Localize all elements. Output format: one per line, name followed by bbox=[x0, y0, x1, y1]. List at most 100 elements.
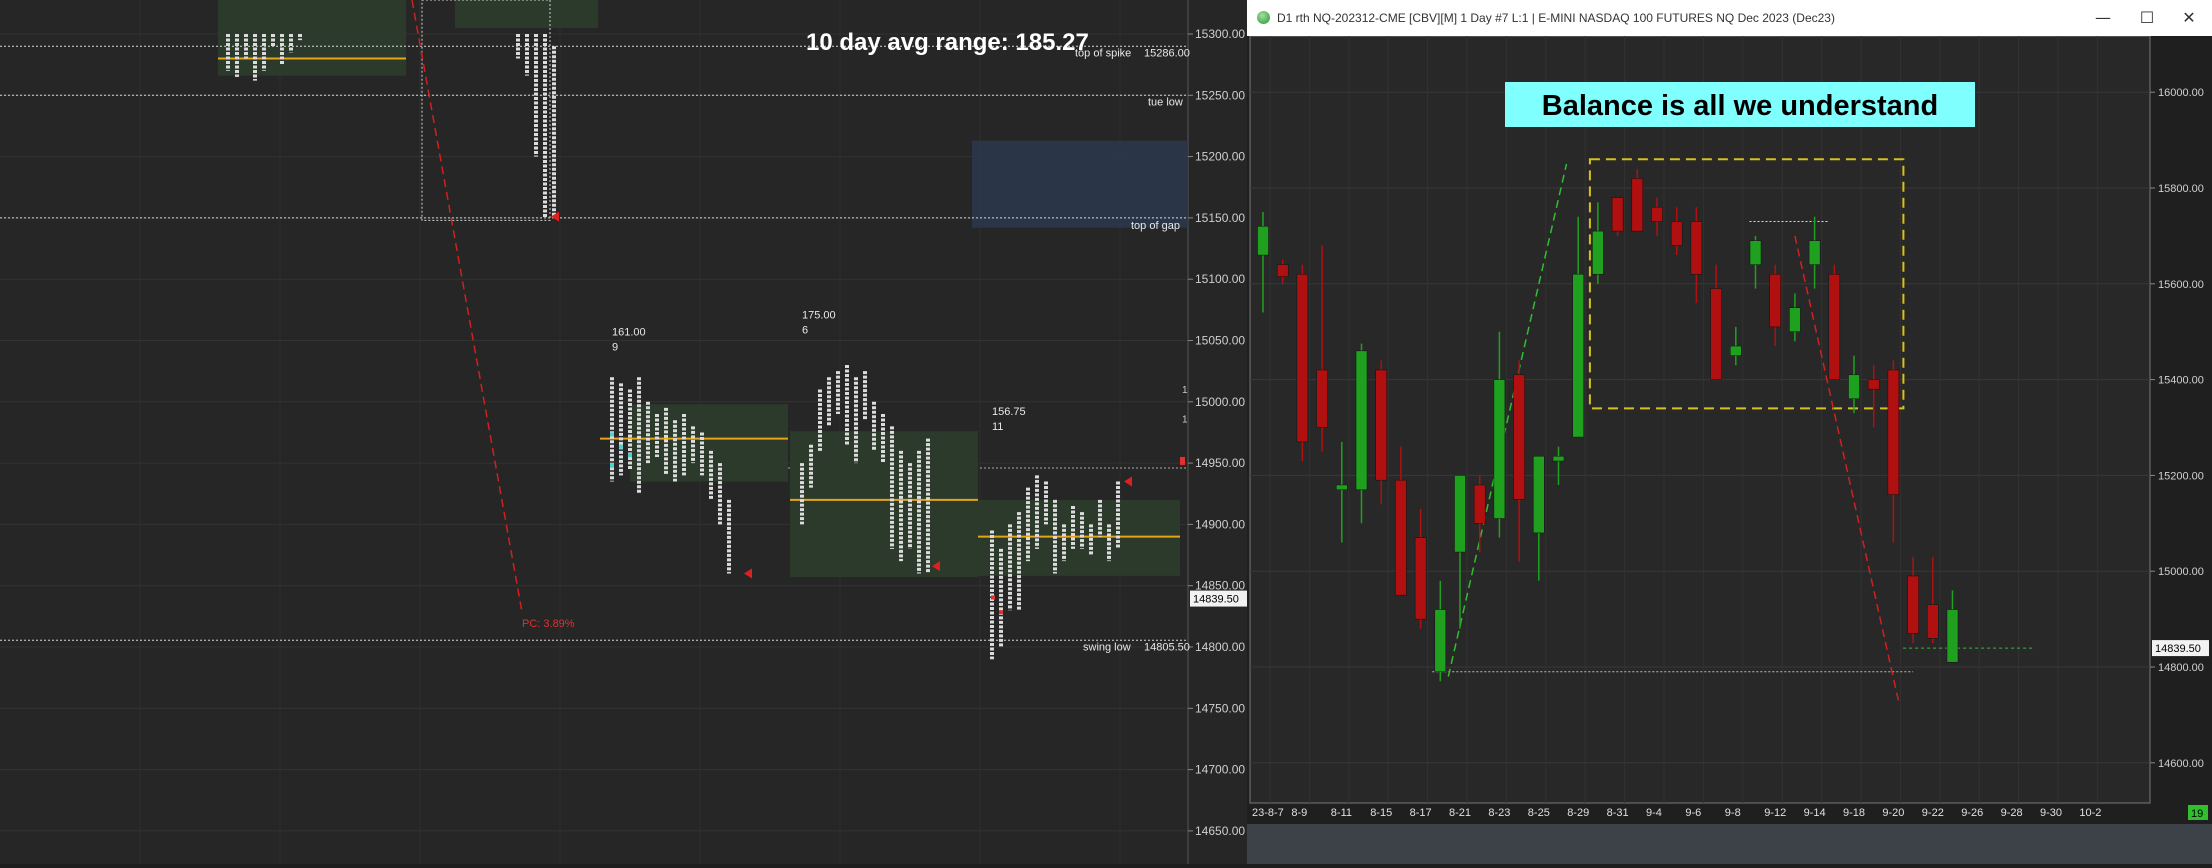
candlestick-chart[interactable]: 16000.00 15800.00 15600.00 15400.00 15200.00… bbox=[1247, 36, 2212, 824]
x-axis-label: 8-15 bbox=[1370, 807, 1392, 819]
candle-body[interactable] bbox=[1749, 240, 1762, 265]
x-axis-label: 9-20 bbox=[1882, 807, 1904, 819]
window-title: D1 rth NQ-202312-CME [CBV][M] 1 Day #7 L… bbox=[1277, 11, 1835, 25]
x-axis-label: 9-14 bbox=[1804, 807, 1826, 819]
tpo-chart-panel: 15300.00 15250.00 15200.00 15150.00 15100.00… bbox=[0, 0, 1247, 864]
x-axis-label: 9-26 bbox=[1961, 807, 1983, 819]
candle-body[interactable] bbox=[1651, 206, 1663, 222]
x-axis-label: 8-21 bbox=[1449, 807, 1471, 819]
candle-body[interactable] bbox=[1670, 221, 1683, 246]
close-button[interactable]: ✕ bbox=[2175, 6, 2203, 30]
price-axis-label: 15250.00 bbox=[1195, 88, 1245, 102]
profile-count-label: 9 bbox=[612, 342, 618, 354]
x-axis-label: 8-31 bbox=[1607, 807, 1629, 819]
profile-count-label: 6 bbox=[802, 324, 808, 336]
app-icon bbox=[1257, 11, 1270, 24]
value-area-top-mid bbox=[455, 0, 598, 28]
plot-background bbox=[0, 0, 1247, 864]
candle-body[interactable] bbox=[1611, 197, 1624, 232]
candle-body[interactable] bbox=[1848, 374, 1860, 400]
x-axis-label: 8-9 bbox=[1291, 807, 1307, 819]
x-axis-label: 9-22 bbox=[1922, 807, 1944, 819]
profile-range-label: 175.00 bbox=[802, 309, 836, 321]
headline: 10 day avg range: 185.27 bbox=[806, 29, 1089, 56]
candle-body[interactable] bbox=[1257, 226, 1269, 256]
candle-body[interactable] bbox=[1631, 178, 1644, 232]
label-swing-low: swing low bbox=[1083, 641, 1131, 653]
price-axis-label: 14650.00 bbox=[1195, 824, 1245, 838]
candle-body[interactable] bbox=[1946, 609, 1959, 663]
candle-body[interactable] bbox=[1927, 604, 1939, 639]
tpo-open-mark bbox=[619, 444, 623, 449]
tpo-open-mark bbox=[610, 463, 614, 468]
candle-body[interactable] bbox=[1414, 537, 1427, 620]
candle-body[interactable] bbox=[1513, 374, 1525, 500]
x-axis-label: 8-25 bbox=[1528, 807, 1550, 819]
minimize-button[interactable]: — bbox=[2089, 6, 2117, 30]
candle-body[interactable] bbox=[1828, 273, 1841, 380]
candle-body[interactable] bbox=[1395, 479, 1407, 596]
label-pc: PC: 3.89% bbox=[522, 618, 575, 630]
candle-body[interactable] bbox=[1355, 350, 1368, 491]
x-axis-label: 8-11 bbox=[1331, 807, 1352, 819]
candle-body[interactable] bbox=[1276, 264, 1289, 277]
y-axis-label: 15600.00 bbox=[2158, 279, 2204, 291]
x-axis-label: 9-28 bbox=[2001, 807, 2023, 819]
label-tue-low: tue low bbox=[1148, 96, 1183, 108]
x-axis-label: 9-30 bbox=[2040, 807, 2062, 819]
candle-body[interactable] bbox=[1533, 455, 1545, 534]
tpo-chart[interactable]: 15300.00 15250.00 15200.00 15150.00 15100.00… bbox=[0, 0, 1247, 864]
x-axis-label: 9-18 bbox=[1843, 807, 1865, 819]
candle-body[interactable] bbox=[1808, 240, 1821, 265]
profile-count-label: 11 bbox=[992, 421, 1003, 433]
candle-body[interactable] bbox=[1887, 369, 1900, 495]
candle-body[interactable] bbox=[1493, 379, 1506, 519]
edge-mark: 1 bbox=[1182, 415, 1188, 426]
candle-body[interactable] bbox=[1572, 273, 1584, 438]
candle-body[interactable] bbox=[1907, 575, 1919, 634]
price-axis-label: 15150.00 bbox=[1195, 211, 1245, 225]
tpo-mark bbox=[991, 595, 995, 600]
y-axis-label: 14600.00 bbox=[2158, 758, 2204, 770]
candle-body[interactable] bbox=[1296, 273, 1309, 443]
profile-range-label: 156.75 bbox=[992, 406, 1026, 418]
window-titlebar[interactable]: D1 rth NQ-202312-CME [CBV][M] 1 Day #7 L… bbox=[1247, 0, 2212, 37]
candle-body[interactable] bbox=[1552, 455, 1565, 462]
candle-body[interactable] bbox=[1434, 609, 1447, 673]
candle-body[interactable] bbox=[1769, 273, 1781, 328]
tpo-open-mark bbox=[628, 453, 632, 458]
candle-body[interactable] bbox=[1730, 345, 1742, 356]
x-axis-label: 9-12 bbox=[1764, 807, 1786, 819]
candle-body[interactable] bbox=[1710, 288, 1722, 380]
candle-body[interactable] bbox=[1375, 369, 1387, 481]
candle-body[interactable] bbox=[1473, 484, 1486, 524]
y-axis-label: 15200.00 bbox=[2158, 470, 2204, 482]
maximize-button[interactable]: ☐ bbox=[2133, 6, 2161, 30]
price-axis-label: 15100.00 bbox=[1195, 272, 1245, 286]
window-bottom-strip bbox=[1247, 824, 2212, 864]
candle-body[interactable] bbox=[1867, 379, 1880, 390]
x-axis-label: 8-17 bbox=[1410, 807, 1432, 819]
banner-text: Balance is all we understand bbox=[1542, 90, 1938, 122]
edge-price-mark bbox=[1180, 456, 1185, 465]
candle-body[interactable] bbox=[1690, 221, 1703, 275]
candle-body[interactable] bbox=[1592, 230, 1604, 275]
y-axis-label: 15800.00 bbox=[2158, 183, 2204, 195]
candle-body[interactable] bbox=[1316, 369, 1328, 428]
x-axis-label: 10-2 bbox=[2079, 807, 2101, 819]
price-axis-label: 14700.00 bbox=[1195, 763, 1245, 777]
candle-body[interactable] bbox=[1789, 307, 1801, 332]
y-axis-label: 16000.00 bbox=[2158, 87, 2204, 99]
candle-body[interactable] bbox=[1454, 475, 1466, 553]
corner-badge-label: 19 bbox=[2191, 808, 2203, 820]
x-axis-label: 9-6 bbox=[1685, 807, 1701, 819]
price-axis-label: 15200.00 bbox=[1195, 150, 1245, 164]
label-swing-low-price: 14805.50 bbox=[1144, 641, 1190, 653]
x-axis-label: 8-23 bbox=[1488, 807, 1510, 819]
price-axis-label: 14950.00 bbox=[1195, 456, 1245, 470]
tpo-mark bbox=[999, 610, 1003, 615]
last-price-label: 14839.50 bbox=[2155, 643, 2201, 655]
daily-chart-window: D1 rth NQ-202312-CME [CBV][M] 1 Day #7 L… bbox=[1247, 0, 2212, 864]
candle-body[interactable] bbox=[1336, 484, 1348, 491]
price-axis-label: 14750.00 bbox=[1195, 701, 1245, 715]
